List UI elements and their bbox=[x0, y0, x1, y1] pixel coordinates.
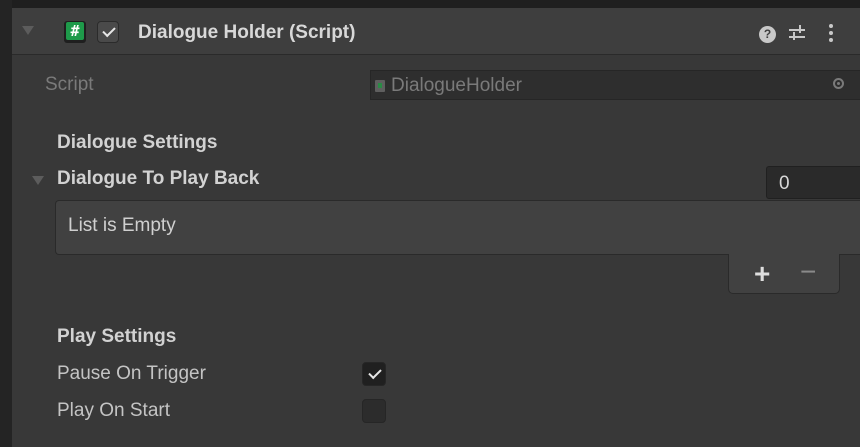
dialogue-settings-header: Dialogue Settings bbox=[57, 132, 218, 153]
list-size-input[interactable]: 0 bbox=[766, 166, 860, 199]
inspector-component-panel: # Dialogue Holder (Script) ? Script Dial… bbox=[12, 8, 860, 447]
add-element-button[interactable]: + bbox=[754, 258, 770, 290]
pause-on-trigger-label: Pause On Trigger bbox=[57, 363, 206, 384]
component-header[interactable]: # Dialogue Holder (Script) ? bbox=[12, 8, 860, 55]
component-enabled-checkbox[interactable] bbox=[97, 21, 119, 43]
checkmark-icon bbox=[368, 365, 382, 380]
play-settings-header: Play Settings bbox=[57, 326, 177, 347]
component-title: Dialogue Holder (Script) bbox=[138, 22, 356, 43]
pause-on-trigger-checkbox[interactable] bbox=[362, 362, 386, 386]
play-on-start-checkbox[interactable] bbox=[362, 399, 386, 423]
preset-sliders-icon[interactable] bbox=[789, 24, 805, 42]
script-object-field[interactable]: DialogueHolder bbox=[370, 70, 860, 100]
play-on-start-label: Play On Start bbox=[57, 400, 170, 421]
remove-element-button[interactable]: − bbox=[800, 256, 816, 288]
script-label: Script bbox=[45, 74, 94, 95]
window-edge bbox=[0, 0, 12, 447]
list-footer: + − bbox=[728, 254, 840, 294]
checkmark-icon bbox=[102, 23, 116, 38]
kebab-menu-icon[interactable] bbox=[829, 24, 833, 42]
script-hash-icon: # bbox=[64, 21, 86, 43]
list-empty-text: List is Empty bbox=[68, 215, 176, 236]
object-picker-icon[interactable] bbox=[833, 78, 844, 89]
help-icon[interactable]: ? bbox=[759, 26, 776, 43]
fold-arrow-icon[interactable] bbox=[22, 26, 34, 35]
list-fold-arrow-icon[interactable] bbox=[32, 176, 44, 185]
dialogue-list-label[interactable]: Dialogue To Play Back bbox=[57, 168, 259, 190]
dialogue-list-box: List is Empty bbox=[55, 200, 860, 255]
script-asset-icon bbox=[375, 80, 385, 92]
list-size-value: 0 bbox=[779, 173, 790, 194]
script-field-value: DialogueHolder bbox=[391, 75, 522, 96]
